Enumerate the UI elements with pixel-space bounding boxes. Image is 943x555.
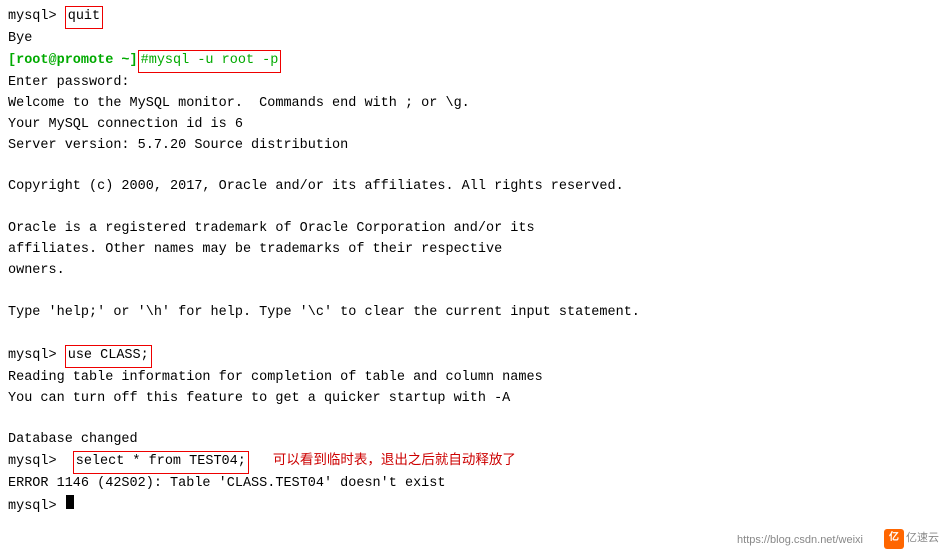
blank-3: [8, 282, 935, 303]
yiyun-text: 亿速云: [906, 530, 939, 547]
text-enter-password: Enter password:: [8, 73, 130, 94]
line-reading: Reading table information for completion…: [8, 368, 935, 389]
blank-4: [8, 324, 935, 345]
terminal-window: mysql> quit Bye [root@promote ~]#mysql -…: [0, 0, 943, 555]
prompt-root: [root@promote ~]: [8, 51, 138, 72]
cmd-use-class: use CLASS;: [65, 345, 152, 368]
text-welcome: Welcome to the MySQL monitor. Commands e…: [8, 94, 470, 115]
line-error: ERROR 1146 (42S02): Table 'CLASS.TEST04'…: [8, 474, 935, 495]
watermark-yiyun: 亿 亿速云: [884, 529, 939, 549]
comment-temp-table: 可以看到临时表，退出之后就自动释放了: [273, 452, 516, 473]
prompt-mysql-final: mysql>: [8, 497, 65, 518]
prompt-mysql-3: mysql>: [8, 452, 65, 473]
prompt-mysql: mysql>: [8, 7, 65, 28]
prompt-mysql-2: mysql>: [8, 346, 65, 367]
watermark-csdn: https://blog.csdn.net/weixi: [737, 532, 863, 549]
text-error: ERROR 1146 (42S02): Table 'CLASS.TEST04'…: [8, 474, 445, 495]
line-oracle-3: owners.: [8, 261, 935, 282]
text-server-version: Server version: 5.7.20 Source distributi…: [8, 136, 348, 157]
cursor: [66, 495, 74, 509]
blank-1: [8, 156, 935, 177]
cmd-quit: quit: [65, 6, 103, 29]
text-copyright: Copyright (c) 2000, 2017, Oracle and/or …: [8, 177, 624, 198]
blank-5: [8, 410, 935, 431]
line-7: Server version: 5.7.20 Source distributi…: [8, 136, 935, 157]
text-turnoff: You can turn off this feature to get a q…: [8, 389, 510, 410]
yiyun-logo-icon: 亿: [884, 529, 904, 549]
line-help: Type 'help;' or '\h' for help. Type '\c'…: [8, 303, 935, 324]
line-copyright: Copyright (c) 2000, 2017, Oracle and/or …: [8, 177, 935, 198]
line-2: Bye: [8, 29, 935, 50]
text-reading: Reading table information for completion…: [8, 368, 543, 389]
line-oracle-1: Oracle is a registered trademark of Orac…: [8, 219, 935, 240]
line-4: Enter password:: [8, 73, 935, 94]
text-oracle-3: owners.: [8, 261, 65, 282]
text-oracle-1: Oracle is a registered trademark of Orac…: [8, 219, 535, 240]
line-1: mysql> quit: [8, 6, 935, 29]
text-help: Type 'help;' or '\h' for help. Type '\c'…: [8, 303, 640, 324]
text-connection-id: Your MySQL connection id is 6: [8, 115, 243, 136]
line-final-prompt: mysql>: [8, 495, 935, 518]
line-3: [root@promote ~]#mysql -u root -p: [8, 50, 935, 73]
text-bye: Bye: [8, 29, 32, 50]
blank-2: [8, 198, 935, 219]
line-oracle-2: affiliates. Other names may be trademark…: [8, 240, 935, 261]
line-db-changed: Database changed: [8, 430, 935, 451]
line-5: Welcome to the MySQL monitor. Commands e…: [8, 94, 935, 115]
line-select: mysql> select * from TEST04; 可以看到临时表，退出之后…: [8, 451, 935, 474]
line-turnoff: You can turn off this feature to get a q…: [8, 389, 935, 410]
cmd-select-test04: select * from TEST04;: [73, 451, 249, 474]
cmd-mysql-login: #mysql -u root -p: [138, 50, 282, 73]
text-db-changed: Database changed: [8, 430, 138, 451]
line-use-class: mysql> use CLASS;: [8, 345, 935, 368]
line-6: Your MySQL connection id is 6: [8, 115, 935, 136]
text-oracle-2: affiliates. Other names may be trademark…: [8, 240, 502, 261]
